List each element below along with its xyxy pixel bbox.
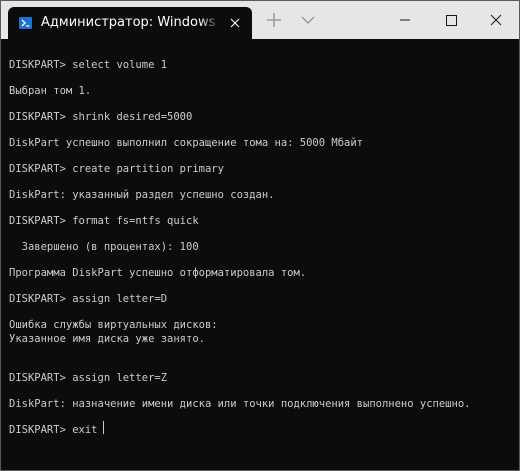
terminal-line: Завершено (в процентах): 100	[9, 241, 199, 253]
tab-title: Администратор: Windows PowerShell	[41, 14, 221, 32]
chevron-down-icon	[301, 16, 315, 24]
minimize-icon	[400, 19, 410, 21]
profiles-dropdown-button[interactable]	[297, 9, 319, 31]
close-icon	[490, 14, 502, 26]
terminal-line: DISKPART> select volume 1	[9, 59, 168, 71]
terminal-line: DISKPART> exit	[9, 424, 98, 436]
terminal-line: Ошибка службы виртуальных дисков:	[9, 319, 218, 331]
terminal-line: DISKPART> shrink desired=5000	[9, 111, 193, 123]
new-tab-button[interactable]	[263, 9, 285, 31]
terminal-line: DISKPART> create partition primary	[9, 163, 224, 175]
terminal-line: DISKPART> format fs=ntfs quick	[9, 215, 199, 227]
maximize-button[interactable]	[428, 1, 474, 39]
tab-close-icon[interactable]	[228, 16, 242, 30]
terminal-line: DiskPart: указанный раздел успешно созда…	[9, 189, 275, 201]
scrollbar[interactable]	[513, 43, 517, 463]
maximize-icon	[446, 15, 457, 26]
terminal-line: DiskPart успешно выполнил сокращение том…	[9, 137, 364, 149]
minimize-button[interactable]	[382, 1, 428, 39]
text-cursor	[103, 421, 104, 434]
terminal-line: Выбран том 1.	[9, 85, 92, 97]
plus-icon	[267, 13, 281, 27]
terminal-line: Указанное имя диска уже занято.	[9, 333, 205, 345]
terminal-line: Программа DiskPart успешно отформатирова…	[9, 267, 307, 279]
close-window-button[interactable]	[473, 1, 519, 39]
terminal-line: DISKPART> assign letter=D	[9, 293, 168, 305]
powershell-icon	[19, 17, 32, 29]
terminal-window: Администратор: Windows PowerShell	[0, 0, 520, 471]
title-bar: Администратор: Windows PowerShell	[1, 1, 519, 39]
terminal-output[interactable]: DISKPART> select volume 1 Выбран том 1. …	[9, 58, 509, 458]
terminal-line: DiskPart: назначение имени диска или точ…	[9, 398, 471, 410]
terminal-line: DISKPART> assign letter=Z	[9, 372, 168, 384]
tab-powershell[interactable]: Администратор: Windows PowerShell	[8, 7, 252, 39]
